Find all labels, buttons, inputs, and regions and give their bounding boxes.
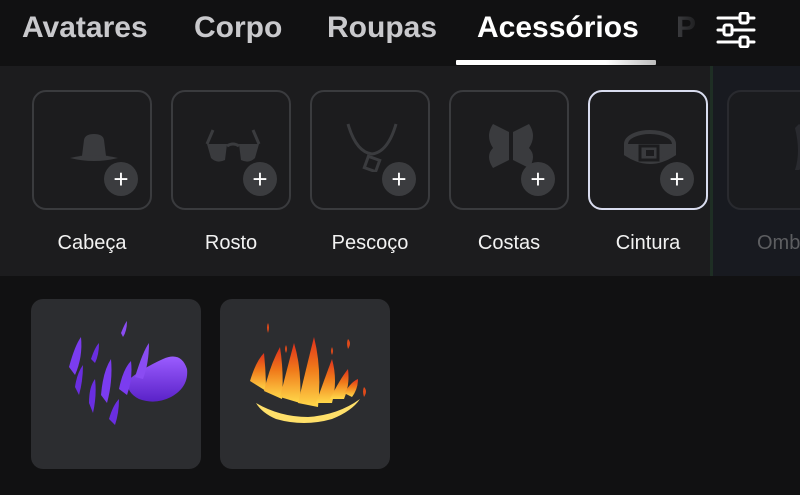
active-tab-indicator xyxy=(456,60,656,65)
category-label-cabeca: Cabeça xyxy=(57,232,127,254)
orange-flames-icon xyxy=(250,323,366,423)
category-strip: + Cabeça + Rosto + Pescoço + Costas + Ci… xyxy=(0,66,800,276)
add-icon: + xyxy=(521,162,555,196)
category-label-rosto: Rosto xyxy=(204,232,258,254)
category-label-costas: Costas xyxy=(477,232,541,254)
category-tile-ombro[interactable] xyxy=(727,90,800,210)
sliders-icon xyxy=(716,12,756,48)
category-tile-cabeca[interactable]: + xyxy=(32,90,152,210)
item-card-purple-flames[interactable] xyxy=(31,299,201,469)
category-tile-rosto[interactable]: + xyxy=(171,90,291,210)
add-icon: + xyxy=(660,162,694,196)
category-label-cintura: Cintura xyxy=(615,232,681,254)
category-label-pescoco: Pescoço xyxy=(331,232,409,254)
tab-bar: Avatares Corpo Roupas Acessórios P xyxy=(0,0,800,66)
category-tile-costas[interactable]: + xyxy=(449,90,569,210)
add-icon: + xyxy=(382,162,416,196)
category-label-ombro: Omb xyxy=(757,232,800,254)
tab-fade-overlay xyxy=(660,0,710,60)
tab-roupas[interactable]: Roupas xyxy=(327,8,437,48)
item-card-orange-flames[interactable] xyxy=(220,299,390,469)
shoulder-icon xyxy=(795,124,800,170)
add-icon: + xyxy=(243,162,277,196)
tab-acessorios[interactable]: Acessórios xyxy=(477,8,639,48)
purple-flames-icon xyxy=(69,321,188,425)
filter-button[interactable] xyxy=(712,8,760,52)
category-tile-cintura[interactable]: + xyxy=(588,90,708,210)
category-tile-pescoco[interactable]: + xyxy=(310,90,430,210)
tab-corpo[interactable]: Corpo xyxy=(194,8,282,48)
add-icon: + xyxy=(104,162,138,196)
tab-avatares[interactable]: Avatares xyxy=(22,8,148,48)
